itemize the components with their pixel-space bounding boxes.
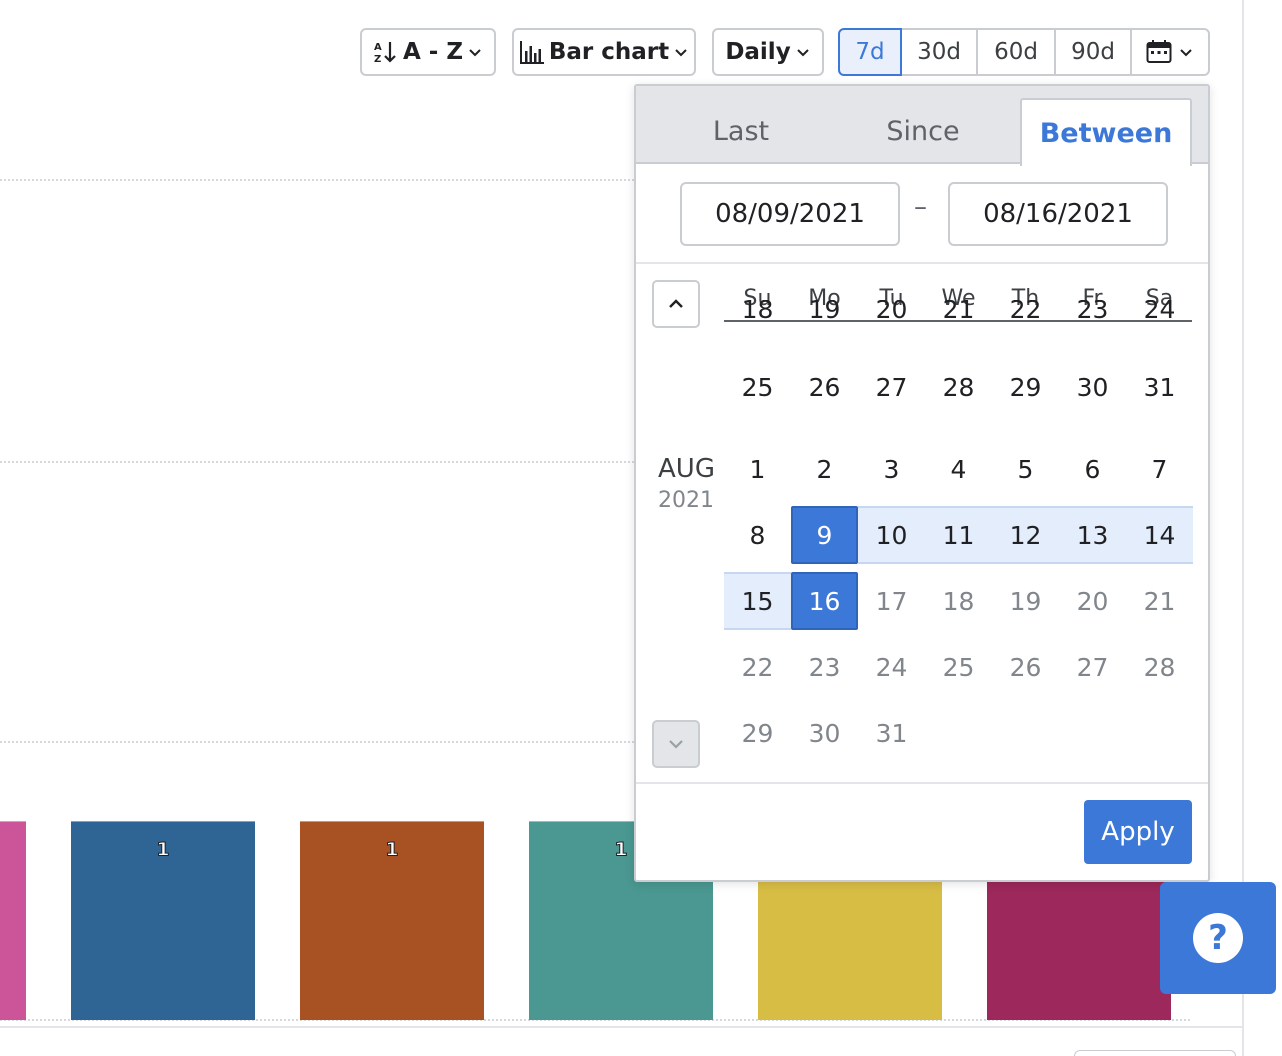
calendar-day[interactable]: 14 xyxy=(1126,506,1193,564)
calendar-day[interactable]: 1 xyxy=(724,440,791,498)
chevron-down-icon xyxy=(675,49,687,57)
calendar-day[interactable]: 2 xyxy=(791,440,858,498)
chart-type-button[interactable]: Bar chart xyxy=(512,28,696,76)
calendar-day[interactable]: 30 xyxy=(791,704,858,762)
calendar-day[interactable]: 10 xyxy=(858,506,925,564)
calendar-day[interactable]: 6 xyxy=(1059,440,1126,498)
prev-month-button[interactable] xyxy=(652,280,700,328)
calendar-day[interactable]: 23 xyxy=(791,638,858,696)
calendar-day[interactable]: 25 xyxy=(724,358,791,416)
calendar-day[interactable]: 25 xyxy=(925,638,992,696)
chevron-down-icon xyxy=(669,740,683,749)
tab-last[interactable]: Last xyxy=(656,98,826,164)
calendar-day[interactable]: 4 xyxy=(925,440,992,498)
data-label: 1 xyxy=(614,838,627,860)
calendar-day[interactable]: 27 xyxy=(858,358,925,416)
calendar-day[interactable]: 29 xyxy=(992,358,1059,416)
next-month-button[interactable] xyxy=(652,720,700,768)
range-30d-button[interactable]: 30d xyxy=(902,28,978,76)
bottom-panel-edge xyxy=(1074,1050,1236,1056)
bar[interactable] xyxy=(0,821,26,1020)
calendar-day[interactable]: 5 xyxy=(992,440,1059,498)
calendar-day[interactable]: 28 xyxy=(1126,638,1193,696)
calendar-day[interactable]: 26 xyxy=(791,358,858,416)
calendar-day[interactable]: 3 xyxy=(858,440,925,498)
calendar-day[interactable]: 21 xyxy=(1126,572,1193,630)
calendar-day[interactable]: 20 xyxy=(1059,572,1126,630)
calendar-day[interactable]: 11 xyxy=(925,506,992,564)
tab-since[interactable]: Since xyxy=(838,98,1008,164)
svg-text:A: A xyxy=(374,42,382,53)
calendar-day[interactable]: 15 xyxy=(724,572,791,630)
weekday-divider xyxy=(724,320,1192,322)
calendar-day[interactable]: 16 xyxy=(791,572,858,630)
calendar-day[interactable]: 26 xyxy=(992,638,1059,696)
help-button[interactable]: ? xyxy=(1160,882,1276,994)
chevron-down-icon xyxy=(1180,49,1192,57)
range-60d-button[interactable]: 60d xyxy=(978,28,1056,76)
calendar-icon xyxy=(1146,40,1172,63)
range-separator: – xyxy=(914,192,927,222)
calendar-day[interactable]: 13 xyxy=(1059,506,1126,564)
tab-between[interactable]: Between xyxy=(1020,98,1192,166)
range-selector: 7d 30d 60d 90d xyxy=(838,28,1132,76)
sort-label: A - Z xyxy=(402,39,464,65)
calendar-day[interactable]: 22 xyxy=(724,638,791,696)
interval-label: Daily xyxy=(725,39,791,65)
year-label: 2021 xyxy=(658,488,714,513)
apply-button[interactable]: Apply xyxy=(1084,800,1192,864)
range-7d-button[interactable]: 7d xyxy=(838,28,902,76)
calendar-day[interactable]: 7 xyxy=(1126,440,1193,498)
calendar-day[interactable]: 29 xyxy=(724,704,791,762)
start-date-input[interactable]: 08/09/2021 xyxy=(680,182,900,246)
calendar-day[interactable]: 28 xyxy=(925,358,992,416)
month-label: AUG xyxy=(658,454,715,484)
data-label: 1 xyxy=(385,838,398,860)
range-90d-button[interactable]: 90d xyxy=(1056,28,1132,76)
calendar-day[interactable]: 31 xyxy=(1126,358,1193,416)
calendar-day[interactable]: 27 xyxy=(1059,638,1126,696)
sort-az-icon: A Z xyxy=(374,42,396,65)
calendar-day[interactable]: 9 xyxy=(791,506,858,564)
data-label: 1 xyxy=(156,838,169,860)
chevron-down-icon xyxy=(469,49,481,57)
calendar-day[interactable]: 24 xyxy=(858,638,925,696)
chevron-down-icon xyxy=(796,49,809,57)
divider xyxy=(636,782,1208,784)
svg-text:Z: Z xyxy=(374,54,381,65)
calendar-day[interactable]: 30 xyxy=(1059,358,1126,416)
calendar-day[interactable]: 31 xyxy=(858,704,925,762)
divider xyxy=(636,262,1208,264)
chart-type-label: Bar chart xyxy=(548,39,670,65)
date-mode-tabs: Last Since Between xyxy=(636,86,1208,166)
help-icon: ? xyxy=(1193,913,1243,963)
calendar-day[interactable]: 8 xyxy=(724,506,791,564)
calendar-day[interactable]: 18 xyxy=(925,572,992,630)
sort-button[interactable]: A Z A - Z xyxy=(360,28,496,76)
calendar-day[interactable]: 19 xyxy=(992,572,1059,630)
date-picker-popover: Last Since Between 08/09/2021 – 08/16/20… xyxy=(634,84,1210,882)
interval-button[interactable]: Daily xyxy=(712,28,824,76)
calendar-day[interactable]: 12 xyxy=(992,506,1059,564)
calendar-day[interactable]: 17 xyxy=(858,572,925,630)
end-date-input[interactable]: 08/16/2021 xyxy=(948,182,1168,246)
custom-date-button[interactable] xyxy=(1130,28,1210,76)
chevron-up-icon xyxy=(669,299,683,308)
bar-chart-icon xyxy=(519,41,544,64)
